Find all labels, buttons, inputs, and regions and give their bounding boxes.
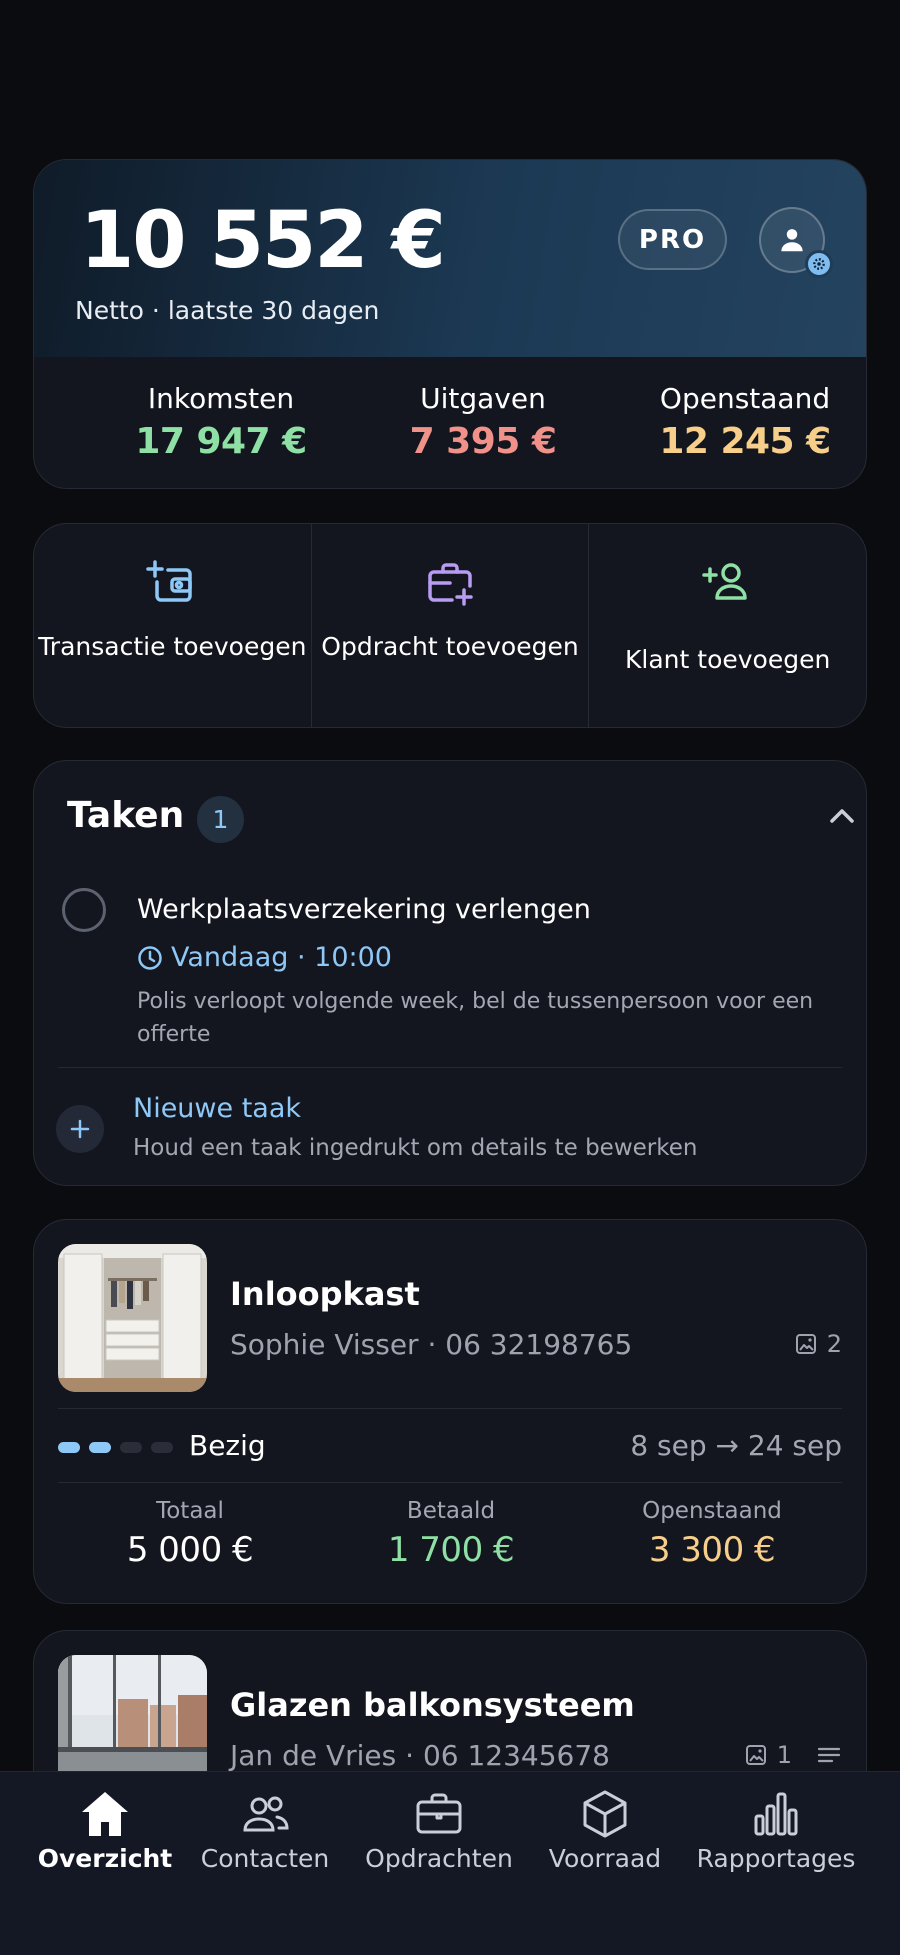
contacts-icon xyxy=(243,1796,289,1832)
task-due-text: Vandaag · 10:00 xyxy=(171,942,392,973)
stat-outstanding: Openstaand 12 245 € xyxy=(625,382,865,462)
bar-chart-icon xyxy=(754,1792,798,1836)
new-task-hint: Houd een taak ingedrukt om details te be… xyxy=(133,1135,698,1161)
chevron-up-icon[interactable] xyxy=(829,807,855,825)
stat-label: Inkomsten xyxy=(147,382,295,415)
photo-count: 1 xyxy=(776,1741,792,1769)
tasks-card: Taken 1 Werkplaatsverzekering verlengen … xyxy=(33,760,867,1186)
image-icon xyxy=(745,1745,766,1765)
divider xyxy=(58,1408,842,1409)
job-photo-count: 2 xyxy=(795,1330,842,1358)
net-amount: 10 552 € xyxy=(80,196,446,286)
job-total: Totaal 5 000 € xyxy=(60,1498,320,1570)
stat-label: Uitgaven xyxy=(420,382,546,415)
money-value: 1 700 € xyxy=(387,1530,515,1570)
stat-value: 12 245 € xyxy=(659,421,831,462)
nav-inventory[interactable]: Voorraad xyxy=(542,1786,668,1873)
add-receipt-icon xyxy=(144,556,200,612)
action-label: Klant toevoegen xyxy=(625,645,831,674)
task-title[interactable]: Werkplaatsverzekering verlengen xyxy=(137,894,591,925)
job-title: Inloopkast xyxy=(230,1275,420,1313)
money-value: 3 300 € xyxy=(648,1530,776,1570)
progress-step xyxy=(120,1442,142,1453)
task-checkbox[interactable] xyxy=(62,888,106,932)
money-label: Totaal xyxy=(156,1498,224,1524)
job-client: Sophie Visser · 06 32198765 xyxy=(230,1328,632,1361)
stat-expenses: Uitgaven 7 395 € xyxy=(363,382,603,462)
job-progress xyxy=(58,1442,173,1453)
new-task-button[interactable] xyxy=(56,1105,104,1153)
image-icon xyxy=(795,1334,816,1354)
task-due: Vandaag · 10:00 xyxy=(137,942,392,973)
gear-icon xyxy=(805,250,833,278)
job-outstanding: Openstaand 3 300 € xyxy=(582,1498,842,1570)
home-icon xyxy=(82,1792,128,1836)
job-photo xyxy=(58,1244,207,1392)
job-dates: 8 sep → 24 sep xyxy=(630,1429,842,1462)
task-note: Polis verloopt volgende week, bel de tus… xyxy=(137,989,814,1047)
money-label: Openstaand xyxy=(642,1498,782,1524)
quick-actions: Transactie toevoegen Opdracht toevoegen … xyxy=(33,523,867,728)
job-card[interactable]: Inloopkast Sophie Visser · 06 32198765 2… xyxy=(33,1219,867,1604)
pro-badge[interactable]: PRO xyxy=(618,209,727,270)
summary-card: 10 552 € Netto · laatste 30 dagen PRO In… xyxy=(33,159,867,489)
add-client-button[interactable]: Klant toevoegen xyxy=(588,524,866,727)
clock-icon xyxy=(138,945,162,970)
nav-contacts[interactable]: Contacten xyxy=(195,1786,335,1873)
progress-step xyxy=(58,1442,80,1453)
bottom-nav: Overzicht Contacten Opdrachten Voorraad xyxy=(0,1771,900,1955)
job-photo-count: 1 xyxy=(745,1741,842,1769)
divider xyxy=(58,1482,842,1483)
net-subtitle: Netto · laatste 30 dagen xyxy=(75,296,380,325)
progress-step xyxy=(89,1442,111,1453)
box-icon xyxy=(583,1790,627,1838)
nav-label: Overzicht xyxy=(37,1844,173,1873)
nav-reports[interactable]: Rapportages xyxy=(690,1786,862,1873)
notes-icon xyxy=(817,1747,841,1763)
plus-icon xyxy=(70,1119,90,1139)
stat-value: 17 947 € xyxy=(135,421,307,462)
tasks-count-badge: 1 xyxy=(197,796,244,843)
money-label: Betaald xyxy=(406,1498,496,1524)
stat-value: 7 395 € xyxy=(409,421,557,462)
briefcase-icon xyxy=(416,1793,462,1834)
action-label: Transactie toevoegen xyxy=(38,632,307,661)
account-settings-button[interactable] xyxy=(759,207,833,278)
photo-count: 2 xyxy=(826,1330,842,1358)
job-title: Glazen balkonsysteem xyxy=(230,1686,635,1724)
job-client-phone[interactable]: · 06 12345678 xyxy=(405,1739,610,1772)
job-client-name: Sophie Visser xyxy=(230,1328,419,1361)
add-transaction-button[interactable]: Transactie toevoegen xyxy=(34,524,311,727)
nav-overview[interactable]: Overzicht xyxy=(37,1786,173,1873)
job-client: Jan de Vries · 06 12345678 xyxy=(230,1739,610,1772)
tasks-title: Taken xyxy=(67,795,185,836)
job-status: Bezig xyxy=(189,1429,266,1462)
job-client-name: Jan de Vries xyxy=(230,1739,397,1772)
new-task-label[interactable]: Nieuwe taak xyxy=(133,1093,301,1124)
divider xyxy=(58,1067,842,1068)
briefcase-plus-icon xyxy=(422,556,478,612)
nav-label: Opdrachten xyxy=(365,1844,513,1873)
stat-income: Inkomsten 17 947 € xyxy=(101,382,341,462)
stat-label: Openstaand xyxy=(659,382,831,415)
nav-label: Rapportages xyxy=(696,1844,856,1873)
nav-label: Contacten xyxy=(200,1844,330,1873)
add-job-button[interactable]: Opdracht toevoegen xyxy=(310,524,589,727)
nav-jobs[interactable]: Opdrachten xyxy=(360,1786,518,1873)
money-value: 5 000 € xyxy=(126,1530,254,1570)
job-paid: Betaald 1 700 € xyxy=(321,1498,581,1570)
summary-header: 10 552 € Netto · laatste 30 dagen PRO xyxy=(34,160,866,357)
person-icon xyxy=(781,229,803,252)
nav-label: Voorraad xyxy=(548,1844,662,1873)
job-client-phone[interactable]: · 06 32198765 xyxy=(427,1328,632,1361)
progress-step xyxy=(151,1442,173,1453)
add-person-icon xyxy=(700,556,756,612)
action-label: Opdracht toevoegen xyxy=(321,632,579,661)
